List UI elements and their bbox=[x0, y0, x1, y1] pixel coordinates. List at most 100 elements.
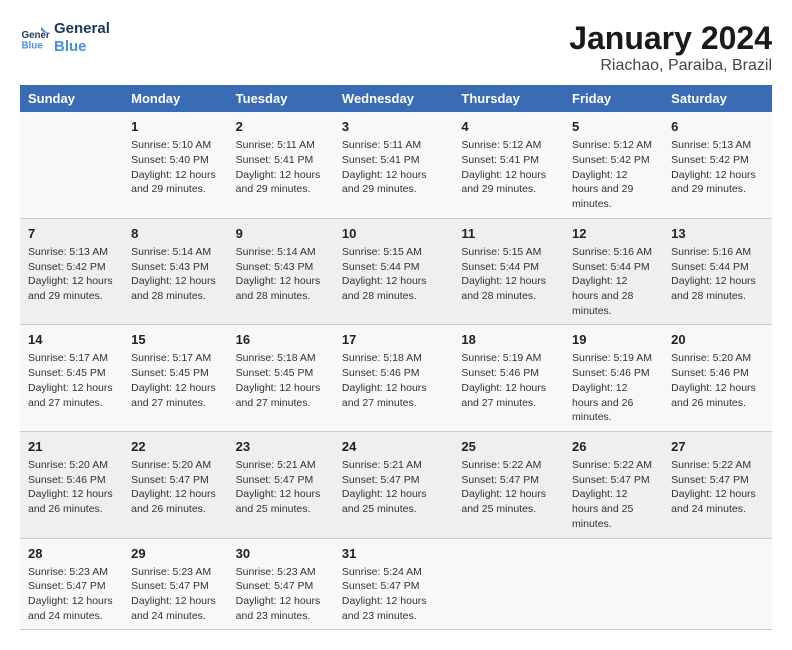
day-number: 25 bbox=[461, 438, 556, 456]
cell-info: Sunrise: 5:20 AM Sunset: 5:47 PM Dayligh… bbox=[131, 458, 220, 517]
header-thursday: Thursday bbox=[453, 85, 564, 112]
cell-info: Sunrise: 5:13 AM Sunset: 5:42 PM Dayligh… bbox=[671, 138, 764, 197]
day-number: 24 bbox=[342, 438, 445, 456]
cell-info: Sunrise: 5:22 AM Sunset: 5:47 PM Dayligh… bbox=[671, 458, 764, 517]
calendar-cell: 26 Sunrise: 5:22 AM Sunset: 5:47 PM Dayli… bbox=[564, 431, 663, 538]
cell-info: Sunrise: 5:18 AM Sunset: 5:46 PM Dayligh… bbox=[342, 351, 445, 410]
header-tuesday: Tuesday bbox=[228, 85, 334, 112]
header-monday: Monday bbox=[123, 85, 228, 112]
cell-info: Sunrise: 5:23 AM Sunset: 5:47 PM Dayligh… bbox=[131, 565, 220, 624]
calendar-cell: 23 Sunrise: 5:21 AM Sunset: 5:47 PM Dayli… bbox=[228, 431, 334, 538]
cell-info: Sunrise: 5:17 AM Sunset: 5:45 PM Dayligh… bbox=[28, 351, 115, 410]
day-number: 27 bbox=[671, 438, 764, 456]
page-header: General Blue General Blue January 2024 R… bbox=[20, 20, 772, 75]
calendar-cell: 16 Sunrise: 5:18 AM Sunset: 5:45 PM Dayli… bbox=[228, 325, 334, 432]
calendar-cell: 10 Sunrise: 5:15 AM Sunset: 5:44 PM Dayli… bbox=[334, 218, 453, 325]
calendar-cell: 2 Sunrise: 5:11 AM Sunset: 5:41 PM Daylig… bbox=[228, 112, 334, 218]
week-row-5: 28 Sunrise: 5:23 AM Sunset: 5:47 PM Dayli… bbox=[20, 538, 772, 630]
cell-info: Sunrise: 5:19 AM Sunset: 5:46 PM Dayligh… bbox=[461, 351, 556, 410]
day-number: 5 bbox=[572, 118, 655, 136]
cell-info: Sunrise: 5:10 AM Sunset: 5:40 PM Dayligh… bbox=[131, 138, 220, 197]
day-number: 19 bbox=[572, 331, 655, 349]
logo: General Blue General Blue bbox=[20, 20, 110, 56]
calendar-cell bbox=[564, 538, 663, 630]
day-number: 10 bbox=[342, 225, 445, 243]
calendar-cell: 5 Sunrise: 5:12 AM Sunset: 5:42 PM Daylig… bbox=[564, 112, 663, 218]
title-area: January 2024 Riachao, Paraiba, Brazil bbox=[569, 20, 772, 75]
cell-info: Sunrise: 5:18 AM Sunset: 5:45 PM Dayligh… bbox=[236, 351, 326, 410]
calendar-header: SundayMondayTuesdayWednesdayThursdayFrid… bbox=[20, 85, 772, 112]
calendar-cell: 31Sunrise: 5:24 AM Sunset: 5:47 PM Dayli… bbox=[334, 538, 453, 630]
calendar-cell: 17 Sunrise: 5:18 AM Sunset: 5:46 PM Dayli… bbox=[334, 325, 453, 432]
day-number: 18 bbox=[461, 331, 556, 349]
cell-info: Sunrise: 5:21 AM Sunset: 5:47 PM Dayligh… bbox=[236, 458, 326, 517]
day-number: 15 bbox=[131, 331, 220, 349]
cell-info: Sunrise: 5:22 AM Sunset: 5:47 PM Dayligh… bbox=[572, 458, 655, 531]
day-number: 4 bbox=[461, 118, 556, 136]
calendar-cell: 15 Sunrise: 5:17 AM Sunset: 5:45 PM Dayli… bbox=[123, 325, 228, 432]
cell-info: Sunrise: 5:13 AM Sunset: 5:42 PM Dayligh… bbox=[28, 245, 115, 304]
cell-info: Sunrise: 5:15 AM Sunset: 5:44 PM Dayligh… bbox=[342, 245, 445, 304]
day-number: 23 bbox=[236, 438, 326, 456]
calendar-cell: 8 Sunrise: 5:14 AM Sunset: 5:43 PM Daylig… bbox=[123, 218, 228, 325]
calendar-cell: 6Sunrise: 5:13 AM Sunset: 5:42 PM Daylig… bbox=[663, 112, 772, 218]
day-number: 9 bbox=[236, 225, 326, 243]
day-number: 13 bbox=[671, 225, 764, 243]
cell-info: Sunrise: 5:23 AM Sunset: 5:47 PM Dayligh… bbox=[236, 565, 326, 624]
day-number: 29 bbox=[131, 545, 220, 563]
calendar-cell: 27 Sunrise: 5:22 AM Sunset: 5:47 PM Dayli… bbox=[663, 431, 772, 538]
page-subtitle: Riachao, Paraiba, Brazil bbox=[569, 57, 772, 75]
day-number: 16 bbox=[236, 331, 326, 349]
header-wednesday: Wednesday bbox=[334, 85, 453, 112]
day-number: 2 bbox=[236, 118, 326, 136]
day-number: 17 bbox=[342, 331, 445, 349]
week-row-1: 1 Sunrise: 5:10 AM Sunset: 5:40 PM Daylig… bbox=[20, 112, 772, 218]
calendar-cell: 9 Sunrise: 5:14 AM Sunset: 5:43 PM Daylig… bbox=[228, 218, 334, 325]
day-number: 31 bbox=[342, 545, 445, 563]
day-number: 8 bbox=[131, 225, 220, 243]
cell-info: Sunrise: 5:11 AM Sunset: 5:41 PM Dayligh… bbox=[236, 138, 326, 197]
cell-info: Sunrise: 5:23 AM Sunset: 5:47 PM Dayligh… bbox=[28, 565, 115, 624]
calendar-cell: 3 Sunrise: 5:11 AM Sunset: 5:41 PM Daylig… bbox=[334, 112, 453, 218]
cell-info: Sunrise: 5:12 AM Sunset: 5:41 PM Dayligh… bbox=[461, 138, 556, 197]
cell-info: Sunrise: 5:12 AM Sunset: 5:42 PM Dayligh… bbox=[572, 138, 655, 211]
day-number: 3 bbox=[342, 118, 445, 136]
calendar-cell: 1 Sunrise: 5:10 AM Sunset: 5:40 PM Daylig… bbox=[123, 112, 228, 218]
logo-icon: General Blue bbox=[20, 23, 50, 53]
calendar-cell: 22Sunrise: 5:20 AM Sunset: 5:47 PM Dayli… bbox=[123, 431, 228, 538]
calendar-cell: 25Sunrise: 5:22 AM Sunset: 5:47 PM Dayli… bbox=[453, 431, 564, 538]
cell-info: Sunrise: 5:16 AM Sunset: 5:44 PM Dayligh… bbox=[671, 245, 764, 304]
cell-info: Sunrise: 5:17 AM Sunset: 5:45 PM Dayligh… bbox=[131, 351, 220, 410]
calendar-cell: 13 Sunrise: 5:16 AM Sunset: 5:44 PM Dayli… bbox=[663, 218, 772, 325]
calendar-cell: 30 Sunrise: 5:23 AM Sunset: 5:47 PM Dayli… bbox=[228, 538, 334, 630]
header-friday: Friday bbox=[564, 85, 663, 112]
cell-info: Sunrise: 5:20 AM Sunset: 5:46 PM Dayligh… bbox=[671, 351, 764, 410]
page-title: January 2024 bbox=[569, 20, 772, 57]
calendar-cell: 11Sunrise: 5:15 AM Sunset: 5:44 PM Dayli… bbox=[453, 218, 564, 325]
day-number: 28 bbox=[28, 545, 115, 563]
day-number: 26 bbox=[572, 438, 655, 456]
cell-info: Sunrise: 5:14 AM Sunset: 5:43 PM Dayligh… bbox=[236, 245, 326, 304]
day-number: 11 bbox=[461, 225, 556, 243]
day-number: 20 bbox=[671, 331, 764, 349]
calendar-cell bbox=[20, 112, 123, 218]
week-row-2: 7Sunrise: 5:13 AM Sunset: 5:42 PM Daylig… bbox=[20, 218, 772, 325]
day-number: 1 bbox=[131, 118, 220, 136]
cell-info: Sunrise: 5:20 AM Sunset: 5:46 PM Dayligh… bbox=[28, 458, 115, 517]
week-row-4: 21 Sunrise: 5:20 AM Sunset: 5:46 PM Dayli… bbox=[20, 431, 772, 538]
cell-info: Sunrise: 5:14 AM Sunset: 5:43 PM Dayligh… bbox=[131, 245, 220, 304]
calendar-cell bbox=[663, 538, 772, 630]
day-number: 30 bbox=[236, 545, 326, 563]
calendar-cell bbox=[453, 538, 564, 630]
calendar-cell: 7Sunrise: 5:13 AM Sunset: 5:42 PM Daylig… bbox=[20, 218, 123, 325]
cell-info: Sunrise: 5:19 AM Sunset: 5:46 PM Dayligh… bbox=[572, 351, 655, 424]
calendar-cell: 24Sunrise: 5:21 AM Sunset: 5:47 PM Dayli… bbox=[334, 431, 453, 538]
calendar-cell: 4 Sunrise: 5:12 AM Sunset: 5:41 PM Daylig… bbox=[453, 112, 564, 218]
day-number: 21 bbox=[28, 438, 115, 456]
logo-line1: General bbox=[54, 20, 110, 38]
svg-text:Blue: Blue bbox=[22, 41, 44, 52]
cell-info: Sunrise: 5:11 AM Sunset: 5:41 PM Dayligh… bbox=[342, 138, 445, 197]
calendar-cell: 28 Sunrise: 5:23 AM Sunset: 5:47 PM Dayli… bbox=[20, 538, 123, 630]
calendar-cell: 14Sunrise: 5:17 AM Sunset: 5:45 PM Dayli… bbox=[20, 325, 123, 432]
logo-line2: Blue bbox=[54, 38, 110, 56]
